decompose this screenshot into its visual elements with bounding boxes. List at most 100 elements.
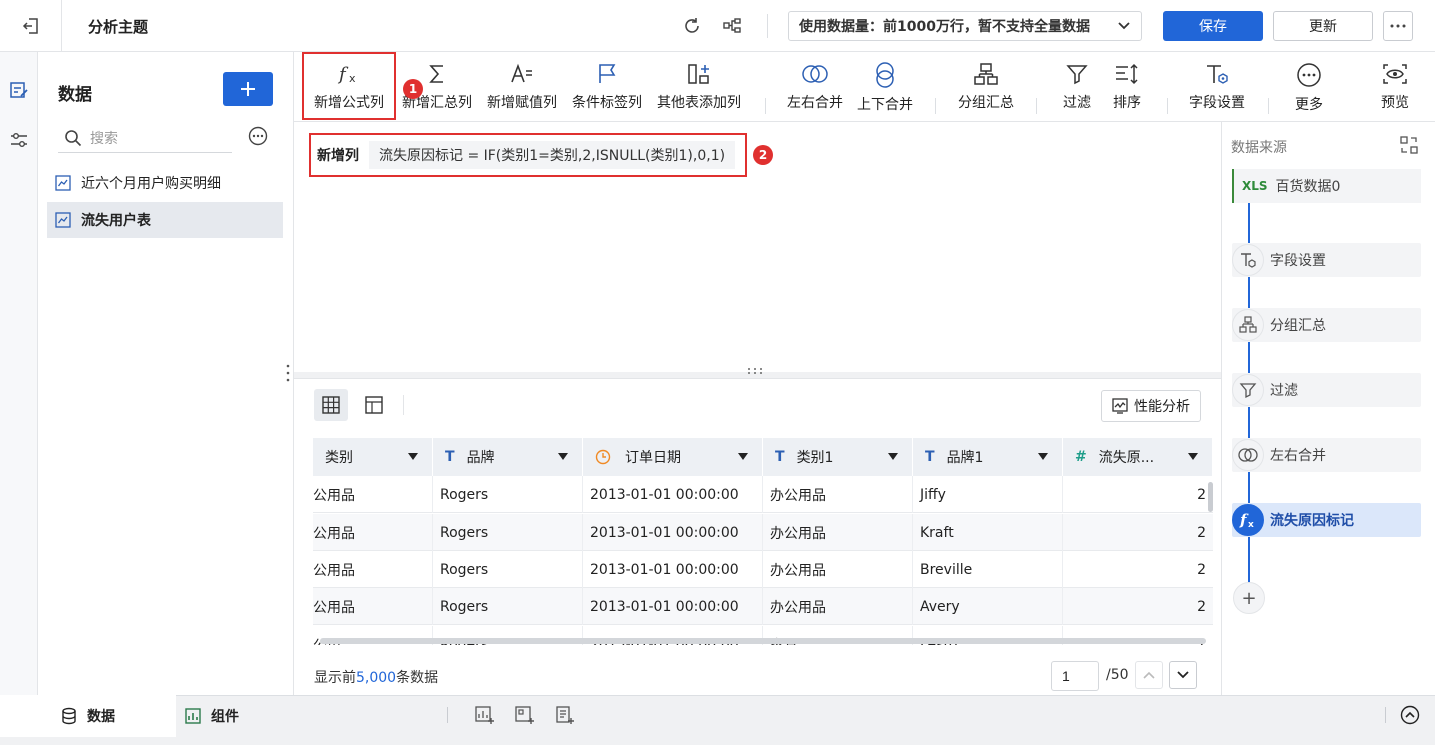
divider (1385, 707, 1386, 723)
group-summary-button[interactable]: 分组汇总 (954, 52, 1018, 122)
page-number-input[interactable] (1051, 661, 1099, 691)
exit-icon (22, 18, 38, 34)
tool-label: 更多 (1295, 97, 1323, 113)
column-header-label: 品牌 (466, 450, 495, 466)
caret-down-icon[interactable] (888, 453, 898, 461)
chevron-up-icon (1143, 671, 1155, 679)
divider (935, 98, 936, 114)
table-cell: 公用品 (313, 476, 433, 513)
search-input[interactable] (90, 129, 230, 146)
column-header[interactable]: T 品牌 (433, 438, 583, 476)
tool-label: 左右合并 (787, 95, 843, 111)
performance-analysis-button[interactable]: 性能分析 (1101, 390, 1201, 422)
table-cell: 公用品 (313, 514, 433, 551)
table-row: 公用品 Rogers 2013-01-01 00:00:00 办公用品 Kraf… (313, 514, 1213, 551)
column-header-label: 品牌1 (946, 450, 984, 466)
column-header[interactable]: 订单日期 (583, 438, 763, 476)
previous-page-button[interactable] (1135, 661, 1163, 689)
row-count: 5,000 (356, 670, 397, 686)
add-dashboard-icon[interactable] (515, 705, 535, 725)
tool-label: 过滤 (1063, 95, 1091, 111)
column-header[interactable]: 类别 (313, 438, 433, 476)
add-table-button[interactable] (223, 72, 273, 106)
step-group-summary[interactable]: 分组汇总 (1232, 308, 1421, 342)
add-column-from-table-button[interactable]: 其他表添加列 (653, 52, 745, 122)
tab-label: 组件 (211, 709, 239, 725)
merge-top-bottom-button[interactable]: 上下合并 (853, 52, 917, 122)
step-field-settings[interactable]: 字段设置 (1232, 243, 1421, 277)
table-item-label: 近六个月用户购买明细 (81, 176, 221, 192)
chart-table-icon (55, 175, 71, 191)
sort-icon (1116, 63, 1138, 85)
lineage-icon[interactable] (720, 14, 744, 38)
more-icon (1297, 63, 1321, 87)
formula-expression[interactable]: 流失原因标记 = IF(类别1=类别,2,ISNULL(类别1),0,1) (369, 141, 736, 169)
column-header[interactable]: T 品牌1 (913, 438, 1063, 476)
table-cell: 办公用品 (763, 551, 913, 588)
update-button[interactable]: 更新 (1273, 11, 1373, 41)
data-volume-select[interactable]: 使用数据量：前1000万行，暂不支持全量数据 (788, 11, 1142, 41)
caret-down-icon[interactable] (738, 453, 748, 461)
assign-icon (511, 63, 532, 83)
table-cell: 公用品 (313, 588, 433, 625)
condition-label-column-button[interactable]: 条件标签列 (568, 52, 646, 122)
add-component-icon[interactable] (475, 705, 495, 725)
list-options-button[interactable] (248, 126, 268, 146)
table-cell: 办公用品 (763, 588, 913, 625)
horizontal-scrollbar[interactable] (320, 638, 1206, 644)
caret-down-icon[interactable] (1038, 453, 1048, 461)
add-step-button[interactable]: + (1233, 582, 1265, 614)
filter-button[interactable]: 过滤 (1055, 52, 1099, 122)
table-cell: 2013-01-01 00:00:00 (583, 551, 763, 588)
step-merge-left-right[interactable]: 左右合并 (1232, 438, 1421, 472)
table-cell: Rogers (433, 588, 583, 625)
collapse-button[interactable] (1400, 705, 1420, 725)
caret-down-icon[interactable] (1188, 453, 1198, 461)
row-count-info: 显示前5,000条数据 (314, 667, 438, 687)
table-item[interactable]: 近六个月用户购买明细 (47, 165, 283, 201)
step-badge: 2 (753, 145, 773, 165)
step-churn-reason-mark[interactable]: fx 流失原因标记 (1232, 503, 1421, 537)
data-source-label: 百货数据0 (1275, 179, 1341, 195)
table-view-button[interactable] (357, 389, 391, 421)
plus-icon (241, 82, 255, 96)
formula-row[interactable]: 新增列 流失原因标记 = IF(类别1=类别,2,ISNULL(类别1),0,1… (309, 133, 747, 177)
table-item-selected[interactable]: 流失用户表 (47, 202, 283, 238)
refresh-icon[interactable] (680, 14, 704, 38)
column-header-label: 流失原... (1098, 450, 1155, 466)
tool-label: 分组汇总 (958, 95, 1014, 111)
step-label: 过滤 (1270, 383, 1298, 399)
filter-icon (1066, 65, 1088, 85)
more-options-button[interactable] (1383, 11, 1413, 41)
flag-icon (599, 64, 616, 83)
field-settings-button[interactable]: 字段设置 (1185, 52, 1249, 122)
back-button[interactable] (0, 0, 62, 52)
column-header[interactable]: T 类别1 (763, 438, 913, 476)
expand-icon[interactable] (1400, 136, 1418, 154)
column-header-label: 类别1 (796, 450, 834, 466)
column-header[interactable]: # 流失原... (1063, 438, 1213, 476)
merge-left-right-button[interactable]: 左右合并 (783, 52, 847, 122)
data-source-item[interactable]: XLS 百货数据0 (1232, 169, 1421, 203)
grid-view-button[interactable] (314, 389, 348, 421)
vertical-scrollbar[interactable] (1208, 482, 1213, 512)
data-edit-icon[interactable] (9, 80, 29, 100)
step-filter[interactable]: 过滤 (1232, 373, 1421, 407)
caret-down-icon[interactable] (408, 453, 418, 461)
sort-button[interactable]: 排序 (1105, 52, 1149, 122)
add-report-icon[interactable] (555, 705, 575, 725)
caret-down-icon[interactable] (558, 453, 568, 461)
next-page-button[interactable] (1169, 661, 1197, 689)
step-badge: 1 (403, 79, 423, 99)
save-button[interactable]: 保存 (1163, 11, 1263, 41)
add-assign-column-button[interactable]: 新增赋值列 (483, 52, 561, 122)
tab-data[interactable]: 数据 (0, 695, 176, 737)
chevron-up-circle-icon (1400, 705, 1420, 725)
panel-resize-handle[interactable] (286, 363, 290, 383)
settings-sliders-icon[interactable] (9, 130, 29, 150)
more-tools-button[interactable]: 更多 (1289, 52, 1329, 122)
table-cell: 2013-01-01 00:00:00 (583, 588, 763, 625)
preview-button[interactable]: 预览 (1375, 52, 1415, 122)
tab-widget[interactable]: 组件 (185, 698, 239, 734)
number-type-icon: # (1075, 449, 1087, 465)
